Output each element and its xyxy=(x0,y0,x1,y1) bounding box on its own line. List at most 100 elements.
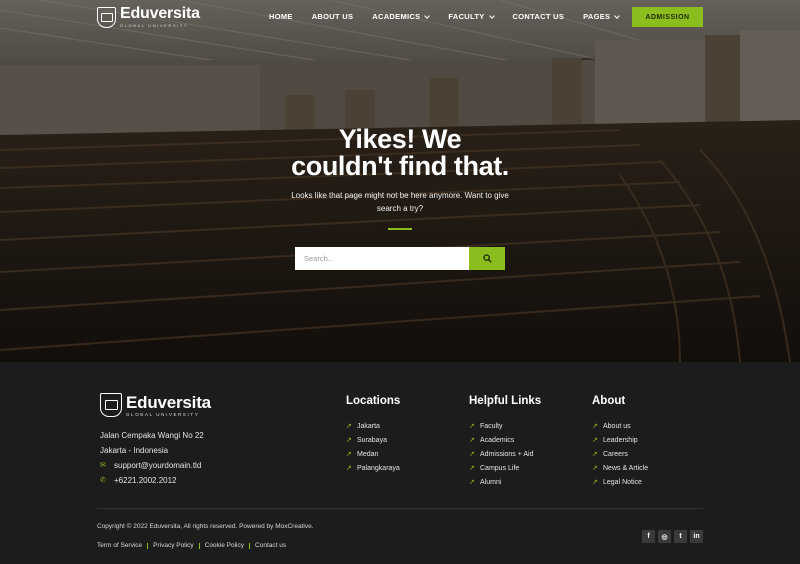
address-line-1: Jalan Cempaka Wangi No 22 xyxy=(100,431,204,440)
shield-logo-icon xyxy=(97,6,116,28)
footer-link-leadership[interactable]: ↗ Leadership xyxy=(592,433,648,447)
link-label: Medan xyxy=(357,450,379,458)
site-footer: Eduversita GLOBAL UNIVERSITY Jalan Cempa… xyxy=(0,362,800,564)
arrow-up-right-icon: ↗ xyxy=(592,479,598,486)
search-input[interactable] xyxy=(295,247,469,270)
arrow-up-right-icon: ↗ xyxy=(346,451,352,458)
link-label: About us xyxy=(603,422,631,430)
nav-academics[interactable]: ACADEMICS xyxy=(372,12,431,21)
footer-link-careers[interactable]: ↗ Careers xyxy=(592,447,648,461)
top-navigation: Eduversita GLOBAL UNIVERSITY HOME ABOUT … xyxy=(0,0,800,34)
admission-button[interactable]: ADMISSION xyxy=(632,7,703,27)
shield-logo-icon xyxy=(100,393,122,417)
separator xyxy=(147,542,149,549)
footer-link-alumni[interactable]: ↗ Alumni xyxy=(469,475,541,489)
nav-faculty-label: FACULTY xyxy=(448,12,485,21)
nav-about-us[interactable]: ABOUT US xyxy=(312,12,354,21)
phone-link[interactable]: +6221.2002.2012 xyxy=(114,473,177,488)
footer-link-jakarta[interactable]: ↗ Jakarta xyxy=(346,419,400,433)
link-label: Palangkaraya xyxy=(357,464,400,472)
column-heading: About xyxy=(592,395,626,407)
page-title: Yikes! We couldn't find that. xyxy=(250,126,550,180)
address-line-2: Jakarta - Indonesia xyxy=(100,446,169,455)
legal-link-terms[interactable]: Term of Service xyxy=(97,542,142,549)
search-icon xyxy=(482,254,492,263)
footer-link-palangkaraya[interactable]: ↗ Palangkaraya xyxy=(346,461,400,475)
nav-academics-label: ACADEMICS xyxy=(372,12,421,21)
legal-link-privacy[interactable]: Privacy Policy xyxy=(153,542,193,549)
footer-link-admissions-aid[interactable]: ↗ Admissions + Aid xyxy=(469,447,541,461)
column-heading: Helpful Links xyxy=(469,395,542,407)
footer-column-helpful-links: Helpful Links ↗ Faculty ↗ Academics ↗ Admis… xyxy=(469,394,541,489)
phone-row[interactable]: ✆ +6221.2002.2012 xyxy=(100,473,204,488)
envelope-icon: ✉ xyxy=(100,462,106,469)
page-title-line-1: Yikes! We xyxy=(338,124,462,154)
email-row[interactable]: ✉ support@yourdomain.tld xyxy=(100,458,204,473)
arrow-up-right-icon: ↗ xyxy=(346,437,352,444)
arrow-up-right-icon: ↗ xyxy=(469,423,475,430)
nav-contact-us[interactable]: CONTACT US xyxy=(513,12,565,21)
chevron-down-icon xyxy=(488,12,495,19)
link-label: Careers xyxy=(603,450,628,458)
arrow-up-right-icon: ↗ xyxy=(346,465,352,472)
hero-section: Eduversita GLOBAL UNIVERSITY HOME ABOUT … xyxy=(0,0,800,362)
legal-links: Term of Service Privacy Policy Cookie Po… xyxy=(97,542,286,549)
footer-column-locations: Locations ↗ Jakarta ↗ Surabaya ↗ Medan ↗ Pal… xyxy=(346,394,400,475)
footer-link-news-article[interactable]: ↗ News & Article xyxy=(592,461,648,475)
arrow-up-right-icon: ↗ xyxy=(469,479,475,486)
nav-faculty[interactable]: FACULTY xyxy=(448,12,495,21)
link-label: Admissions + Aid xyxy=(480,450,534,458)
arrow-up-right-icon: ↗ xyxy=(592,423,598,430)
link-label: News & Article xyxy=(603,464,649,472)
link-label: Campus Life xyxy=(480,464,520,472)
arrow-up-right-icon: ↗ xyxy=(469,437,475,444)
footer-contact: Jalan Cempaka Wangi No 22 Jakarta - Indo… xyxy=(100,428,204,488)
main-menu: HOME ABOUT US ACADEMICS FACULTY CONTACT … xyxy=(269,12,638,21)
footer-link-faculty[interactable]: ↗ Faculty xyxy=(469,419,541,433)
twitter-icon[interactable]: t xyxy=(674,530,687,543)
hero-overlay xyxy=(0,0,800,362)
footer-logo[interactable]: Eduversita GLOBAL UNIVERSITY xyxy=(100,393,211,417)
site-logo[interactable]: Eduversita GLOBAL UNIVERSITY xyxy=(97,6,200,28)
chevron-down-icon xyxy=(614,12,621,19)
chevron-down-icon xyxy=(424,12,431,19)
link-label: Leadership xyxy=(603,436,638,444)
arrow-up-right-icon: ↗ xyxy=(346,423,352,430)
instagram-icon[interactable]: ◎ xyxy=(658,530,671,543)
copyright-text: Copyright © 2022 Eduversita, All rights … xyxy=(97,523,314,530)
nav-pages[interactable]: PAGES xyxy=(583,12,621,21)
email-link[interactable]: support@yourdomain.tld xyxy=(114,458,201,473)
nav-pages-label: PAGES xyxy=(583,12,611,21)
arrow-up-right-icon: ↗ xyxy=(592,437,598,444)
search-button[interactable] xyxy=(469,247,505,270)
footer-link-medan[interactable]: ↗ Medan xyxy=(346,447,400,461)
legal-link-contact[interactable]: Contact us xyxy=(255,542,286,549)
legal-link-cookie[interactable]: Cookie Policy xyxy=(205,542,244,549)
link-label: Surabaya xyxy=(357,436,387,444)
separator xyxy=(198,542,200,549)
link-label: Jakarta xyxy=(357,422,380,430)
search-form xyxy=(295,247,505,270)
footer-link-about-us[interactable]: ↗ About us xyxy=(592,419,648,433)
separator xyxy=(249,542,251,549)
footer-link-academics[interactable]: ↗ Academics xyxy=(469,433,541,447)
linkedin-icon[interactable]: in xyxy=(690,530,703,543)
nav-home[interactable]: HOME xyxy=(269,12,293,21)
column-heading: Locations xyxy=(346,395,401,407)
footer-link-campus-life[interactable]: ↗ Campus Life xyxy=(469,461,541,475)
link-label: Alumni xyxy=(480,478,502,486)
arrow-up-right-icon: ↗ xyxy=(469,451,475,458)
facebook-icon[interactable]: f xyxy=(642,530,655,543)
footer-link-legal-notice[interactable]: ↗ Legal Notice xyxy=(592,475,648,489)
social-links: f ◎ t in xyxy=(642,530,703,543)
link-label: Legal Notice xyxy=(603,478,642,486)
link-label: Faculty xyxy=(480,422,503,430)
arrow-up-right-icon: ↗ xyxy=(592,451,598,458)
footer-brand-name: Eduversita xyxy=(126,392,211,412)
nav-home-label: HOME xyxy=(269,12,293,21)
title-divider xyxy=(388,228,412,230)
brand-name: Eduversita xyxy=(120,5,200,22)
footer-link-surabaya[interactable]: ↗ Surabaya xyxy=(346,433,400,447)
arrow-up-right-icon: ↗ xyxy=(592,465,598,472)
page-subtitle: Looks like that page might not be here a… xyxy=(291,191,509,213)
